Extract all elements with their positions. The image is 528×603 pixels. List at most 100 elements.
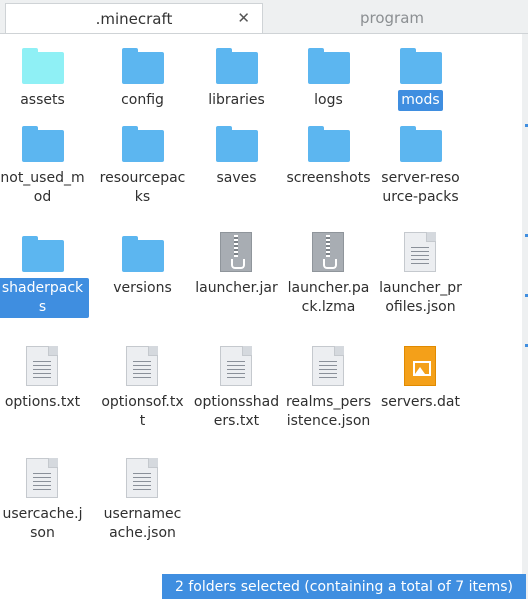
tab-label: program bbox=[359, 9, 425, 27]
document-page bbox=[125, 458, 158, 498]
folder-icon bbox=[306, 44, 352, 88]
text-file-icon bbox=[306, 346, 352, 390]
folder-config[interactable]: config bbox=[96, 44, 189, 111]
folder-body bbox=[215, 130, 258, 162]
zipper-icon bbox=[233, 235, 238, 257]
file-optionsshaders-txt[interactable]: optionsshaders.txt bbox=[190, 346, 283, 432]
text-file-icon bbox=[20, 346, 66, 390]
folder-body bbox=[21, 52, 64, 84]
folder-body bbox=[21, 130, 64, 162]
file-options-txt[interactable]: options.txt bbox=[0, 346, 89, 413]
item-label: server-resource-packs bbox=[381, 170, 460, 205]
file-launcher-profiles-json[interactable]: launcher_profiles.json bbox=[374, 232, 467, 318]
text-line bbox=[32, 373, 51, 374]
tab-program[interactable]: program bbox=[263, 3, 521, 33]
text-line bbox=[32, 369, 51, 370]
folder-body bbox=[121, 52, 164, 84]
tab-label: .minecraft bbox=[95, 9, 173, 28]
text-line bbox=[132, 377, 151, 378]
text-line bbox=[132, 489, 151, 490]
item-label: saves bbox=[216, 170, 257, 186]
text-lines bbox=[226, 361, 245, 381]
file-usernamecache-json[interactable]: usernamecache.json bbox=[96, 458, 189, 544]
document-page bbox=[25, 458, 58, 498]
file-optionsof-txt[interactable]: optionsof.txt bbox=[96, 346, 189, 432]
text-line bbox=[226, 365, 245, 366]
tab-bar: .minecraft ✕ program bbox=[0, 0, 528, 34]
text-lines bbox=[32, 361, 51, 381]
file-servers-dat[interactable]: servers.dat bbox=[374, 346, 467, 413]
file-realms-persistence-json[interactable]: realms_persistence.json bbox=[282, 346, 375, 432]
item-label: assets bbox=[20, 92, 65, 108]
text-file-icon bbox=[20, 458, 66, 502]
folder-saves[interactable]: saves bbox=[190, 122, 283, 189]
folder-icon bbox=[398, 122, 444, 166]
item-label: screenshots bbox=[286, 170, 371, 186]
document-page bbox=[403, 232, 436, 272]
text-line bbox=[32, 473, 51, 474]
text-lines bbox=[318, 361, 337, 381]
tab-minecraft[interactable]: .minecraft ✕ bbox=[5, 3, 263, 33]
text-line bbox=[410, 251, 429, 252]
zipper-icon bbox=[325, 235, 330, 257]
file-usercache-json[interactable]: usercache.json bbox=[0, 458, 89, 544]
folder-icon bbox=[120, 232, 166, 276]
item-label: servers.dat bbox=[380, 394, 461, 410]
text-lines bbox=[132, 361, 151, 381]
folder-versions[interactable]: versions bbox=[96, 232, 189, 299]
text-line bbox=[32, 377, 51, 378]
text-line bbox=[132, 369, 151, 370]
file-launcher-pack-lzma[interactable]: launcher.pack.lzma bbox=[282, 232, 375, 318]
text-line bbox=[132, 361, 151, 362]
text-line bbox=[226, 369, 245, 370]
folder-server-resource-packs[interactable]: server-resource-packs bbox=[374, 122, 467, 208]
folder-body bbox=[399, 130, 442, 162]
close-icon[interactable]: ✕ bbox=[237, 9, 250, 27]
text-line bbox=[410, 247, 429, 248]
text-line bbox=[226, 373, 245, 374]
text-line bbox=[32, 477, 51, 478]
folder-screenshots[interactable]: screenshots bbox=[282, 122, 375, 189]
item-label: launcher.pack.lzma bbox=[287, 280, 370, 315]
archive-page bbox=[219, 232, 252, 272]
image-file-icon bbox=[398, 346, 444, 390]
folder-not-used-mod[interactable]: not_used_mod bbox=[0, 122, 89, 208]
item-label: shaderpacks bbox=[0, 278, 89, 318]
item-label: logs bbox=[314, 92, 343, 108]
text-line bbox=[32, 481, 51, 482]
folder-body bbox=[121, 240, 164, 272]
mountain-icon bbox=[414, 367, 425, 374]
folder-icon bbox=[214, 44, 260, 88]
text-line bbox=[410, 255, 429, 256]
file-launcher-jar[interactable]: launcher.jar bbox=[190, 232, 283, 299]
text-file-icon bbox=[120, 458, 166, 502]
folder-libraries[interactable]: libraries bbox=[190, 44, 283, 111]
text-line bbox=[410, 259, 429, 260]
folder-body bbox=[399, 52, 442, 84]
item-label: libraries bbox=[208, 92, 265, 108]
text-file-icon bbox=[120, 346, 166, 390]
item-label: resourcepacks bbox=[99, 170, 186, 205]
folder-mods[interactable]: mods bbox=[374, 44, 467, 111]
folder-shaderpacks[interactable]: shaderpacks bbox=[0, 232, 89, 318]
selection-status: 2 folders selected (containing a total o… bbox=[162, 574, 526, 599]
window-edge bbox=[522, 34, 528, 599]
text-lines bbox=[132, 473, 151, 493]
folder-icon bbox=[214, 122, 260, 166]
text-line bbox=[318, 369, 337, 370]
document-page bbox=[219, 346, 252, 386]
archive-page bbox=[311, 232, 344, 272]
folder-body bbox=[215, 52, 258, 84]
text-line bbox=[226, 377, 245, 378]
folder-logs[interactable]: logs bbox=[282, 44, 375, 111]
text-file-icon bbox=[398, 232, 444, 276]
text-line bbox=[32, 489, 51, 490]
document-page bbox=[311, 346, 344, 386]
folder-resourcepacks[interactable]: resourcepacks bbox=[96, 122, 189, 208]
text-line bbox=[132, 365, 151, 366]
java-archive-icon bbox=[214, 232, 260, 276]
text-line bbox=[132, 373, 151, 374]
page-corner bbox=[425, 232, 436, 242]
folder-assets[interactable]: assets bbox=[0, 44, 89, 111]
java-cup-icon bbox=[230, 259, 245, 269]
